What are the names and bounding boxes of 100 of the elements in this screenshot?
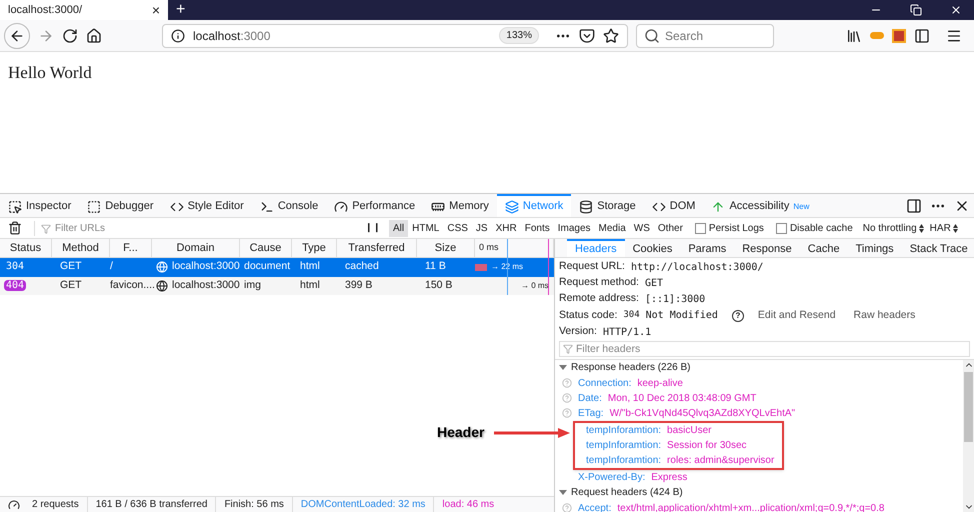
url-bar[interactable]: localhost:3000 133% [162, 24, 628, 48]
dropdown[interactable]: No throttling [862, 220, 924, 236]
field-value: GET [644, 276, 664, 290]
table-cell: 11 B [425, 260, 446, 272]
section-header[interactable]: Request headers (424 B) [555, 484, 963, 500]
type-filter-button[interactable]: HTML [408, 220, 444, 236]
devtools-tab[interactable]: Accessibility New [703, 194, 818, 217]
type-filter-button[interactable]: Images [554, 220, 595, 236]
help-button[interactable]: ? [732, 310, 744, 322]
header-value: Express [651, 470, 688, 484]
detail-tab[interactable]: Headers [567, 239, 625, 257]
type-filter-button[interactable]: CSS [443, 220, 472, 236]
devtools-tab[interactable]: Style Editor [162, 194, 252, 217]
table-cell: / [110, 260, 113, 272]
detail-tab[interactable]: Cookies [624, 239, 680, 257]
type-filter-button[interactable]: All [389, 220, 408, 236]
menu-icon[interactable] [946, 28, 962, 44]
detail-tab[interactable]: Response [734, 239, 800, 257]
devtools-tab[interactable]: Inspector [0, 194, 80, 217]
url-text: localhost:3000 [193, 28, 272, 44]
tab-title: localhost:3000/ [8, 2, 83, 18]
pause-button[interactable]: ❙❙ [365, 221, 381, 235]
type-filter-button[interactable]: WS [630, 220, 654, 236]
waterfall-bar [475, 264, 487, 271]
annotation-label: Header [437, 423, 484, 442]
new-tab-button[interactable]: + [168, 0, 194, 20]
raw-headers-button[interactable]: Raw headers [854, 308, 916, 324]
column-header[interactable]: Cause [240, 239, 292, 257]
devtools-tab[interactable]: Storage [571, 194, 644, 217]
field-label: Request URL: [559, 259, 625, 274]
column-header[interactable]: Transferred [337, 239, 417, 257]
column-header[interactable]: Size [417, 239, 475, 257]
header-name: tempInforamtion: [586, 424, 662, 438]
table-cell: cached [345, 260, 379, 272]
forward-icon[interactable] [38, 28, 54, 44]
sidebar-icon[interactable] [914, 28, 930, 44]
devtools-tab[interactable]: DOM [644, 194, 704, 217]
scrollbar[interactable] [963, 360, 974, 512]
field-value: HTTP/1.1 [602, 326, 652, 340]
search-field[interactable]: Search [636, 24, 774, 48]
dropdown[interactable]: HAR [930, 220, 958, 236]
page-text: Hello World [8, 62, 93, 84]
type-filter-button[interactable]: Fonts [520, 220, 554, 236]
devtools-tab[interactable]: Memory [423, 194, 497, 217]
table-cell: favicon.... [110, 278, 155, 291]
type-filter-button[interactable]: XHR [492, 220, 521, 236]
zoom-level[interactable]: 133% [499, 27, 539, 44]
header-name: tempInforamtion: [586, 438, 662, 452]
filter-field[interactable]: Filter URLs [39, 220, 357, 236]
home-icon[interactable] [86, 28, 102, 44]
filter-headers-field[interactable]: Filter headers [559, 341, 970, 357]
header-name: tempInforamtion: [586, 454, 662, 468]
finish-time: Finish: 56 ms [216, 497, 293, 512]
browser-tab[interactable]: localhost:3000/ × [0, 0, 168, 20]
database-icon [579, 200, 594, 214]
clear-icon[interactable] [8, 221, 22, 235]
header-value: basicUser [667, 424, 712, 438]
request-row[interactable]: 404 GET favicon.... localhost:3000 img html 399 B 150 B → 0 ms [0, 276, 554, 295]
option-checkbox[interactable]: Persist Logs [690, 220, 768, 236]
field-label: Request method: [559, 275, 639, 290]
table-cell: GET [60, 260, 82, 272]
detail-tab[interactable]: Params [680, 239, 734, 257]
status-code: 304 [4, 261, 26, 272]
dock-icon[interactable] [906, 198, 922, 214]
status-text: Not Modified [646, 309, 718, 323]
devtools-tab[interactable]: Performance [326, 194, 424, 217]
option-checkbox[interactable]: Disable cache [772, 220, 857, 236]
column-header[interactable]: Method [52, 239, 110, 257]
column-header[interactable]: F... [110, 239, 152, 257]
close-icon[interactable] [950, 4, 962, 16]
restore-icon[interactable] [910, 4, 922, 16]
detail-tab[interactable]: Timings [848, 239, 902, 257]
info-icon[interactable] [171, 28, 185, 42]
console-icon [260, 200, 274, 214]
bookmark-icon[interactable] [603, 28, 619, 44]
column-header[interactable]: Status [0, 239, 52, 257]
close-tab-button[interactable]: × [152, 3, 160, 17]
type-filter-button[interactable]: Other [654, 220, 687, 236]
type-filter-button[interactable]: JS [472, 220, 492, 236]
edit-resend-button[interactable]: Edit and Resend [758, 308, 836, 324]
devtools-tab[interactable]: Network [496, 194, 572, 217]
detail-tab[interactable]: Stack Trace [902, 239, 974, 257]
inspector-icon [8, 200, 22, 214]
header-value: keep-alive [637, 376, 683, 390]
column-header[interactable]: Domain [152, 239, 240, 257]
search-icon [644, 28, 660, 44]
back-button[interactable] [4, 22, 30, 48]
section-header[interactable]: Response headers (226 B) [555, 360, 963, 376]
type-filter-button[interactable]: Media [594, 220, 630, 236]
library-icon[interactable] [846, 28, 862, 44]
pocket-icon[interactable] [579, 28, 595, 44]
field-value: http://localhost:3000/ [630, 260, 764, 274]
reload-icon[interactable] [62, 28, 78, 44]
performance-icon[interactable] [8, 498, 20, 510]
devtools-tab[interactable]: Console [252, 194, 326, 217]
extension-icon[interactable] [892, 28, 906, 42]
header-value: roles: admin&supervisor [667, 454, 774, 468]
column-header[interactable]: Type [292, 239, 337, 257]
devtools-tab[interactable]: Debugger [79, 194, 162, 217]
detail-tab[interactable]: Cache [800, 239, 848, 257]
